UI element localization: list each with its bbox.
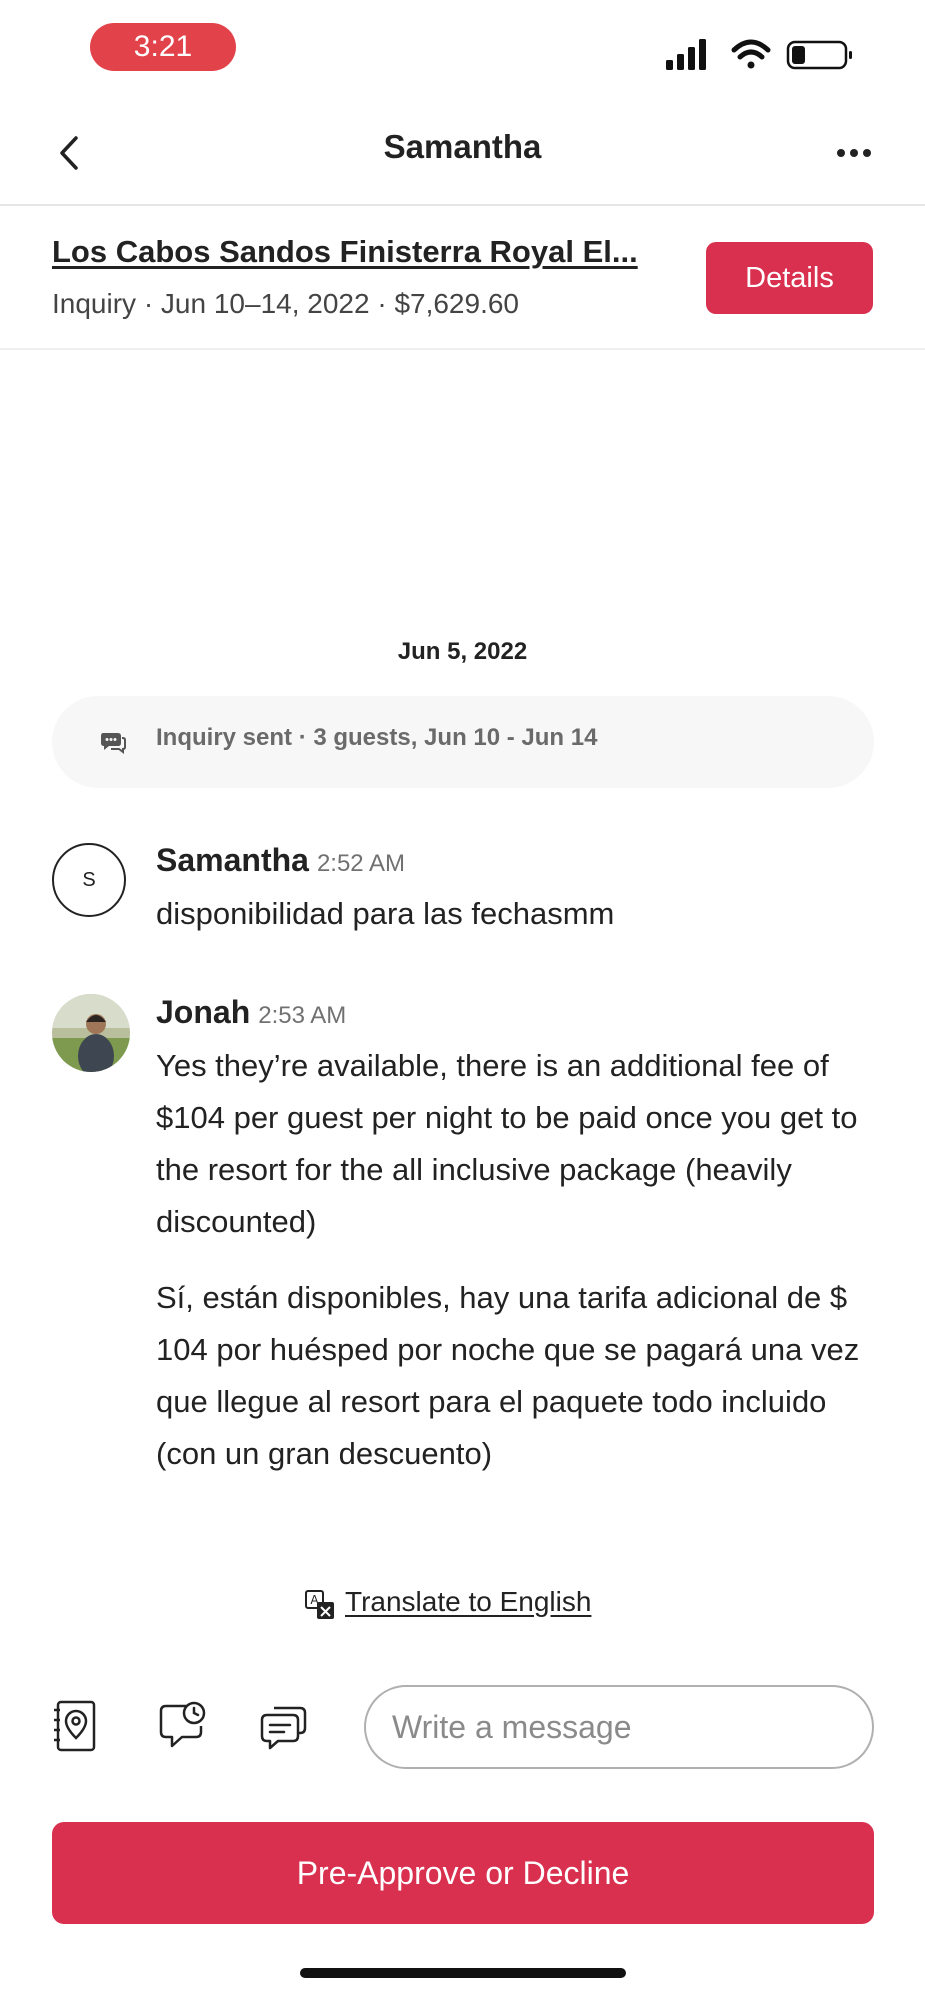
- scheduled-message-icon[interactable]: [158, 1700, 206, 1752]
- details-button[interactable]: Details: [706, 242, 873, 314]
- sender-name: Jonah: [156, 994, 251, 1030]
- message-translation-text: Sí, están disponibles, hay una tarifa ad…: [156, 1280, 860, 1471]
- battery-icon: [786, 40, 852, 70]
- message-text: Yes they’re available, there is an addit…: [156, 1048, 858, 1239]
- conversation-title: Samantha: [383, 128, 542, 165]
- listing-pin-icon[interactable]: [52, 1700, 100, 1752]
- user-photo-icon: [52, 994, 130, 1072]
- message-time: 2:52 AM: [316, 850, 405, 877]
- sender-name: Samantha: [156, 842, 309, 878]
- header-divider: [0, 204, 925, 206]
- pre-approve-or-decline-button[interactable]: Pre-Approve or Decline: [52, 1822, 874, 1924]
- thread-date: Jun 5, 2022: [397, 638, 528, 665]
- more-options-button[interactable]: [834, 138, 874, 168]
- message-input[interactable]: [364, 1685, 874, 1769]
- listing-divider: [0, 348, 925, 350]
- more-horizontal-icon: [837, 149, 871, 157]
- listing-title-link[interactable]: Los Cabos Sandos Finisterra Royal El...: [52, 234, 677, 270]
- quick-reply-icon[interactable]: [260, 1700, 308, 1752]
- message-time: 2:53 AM: [258, 1002, 347, 1029]
- chat-bubbles-icon: [101, 733, 126, 754]
- message-header: Samantha 2:52 AM: [156, 842, 405, 879]
- signal-icon: [666, 39, 706, 70]
- message-header: Jonah 2:53 AM: [156, 994, 346, 1031]
- listing-summary: Inquiry · Jun 10–14, 2022 · $7,629.60: [52, 288, 520, 319]
- status-time: 3:21: [90, 23, 236, 71]
- home-indicator: [300, 1968, 626, 1978]
- inquiry-sent-text: Inquiry sent · 3 guests, Jun 10 - Jun 14: [156, 724, 598, 751]
- avatar[interactable]: S: [52, 843, 126, 917]
- avatar[interactable]: [52, 994, 130, 1072]
- translate-link[interactable]: Translate to English: [345, 1586, 591, 1618]
- message-text: disponibilidad para las fechasmm: [156, 896, 615, 931]
- translate-icon: A: [305, 1590, 334, 1619]
- status-icons: [666, 39, 852, 70]
- wifi-icon: [731, 39, 771, 69]
